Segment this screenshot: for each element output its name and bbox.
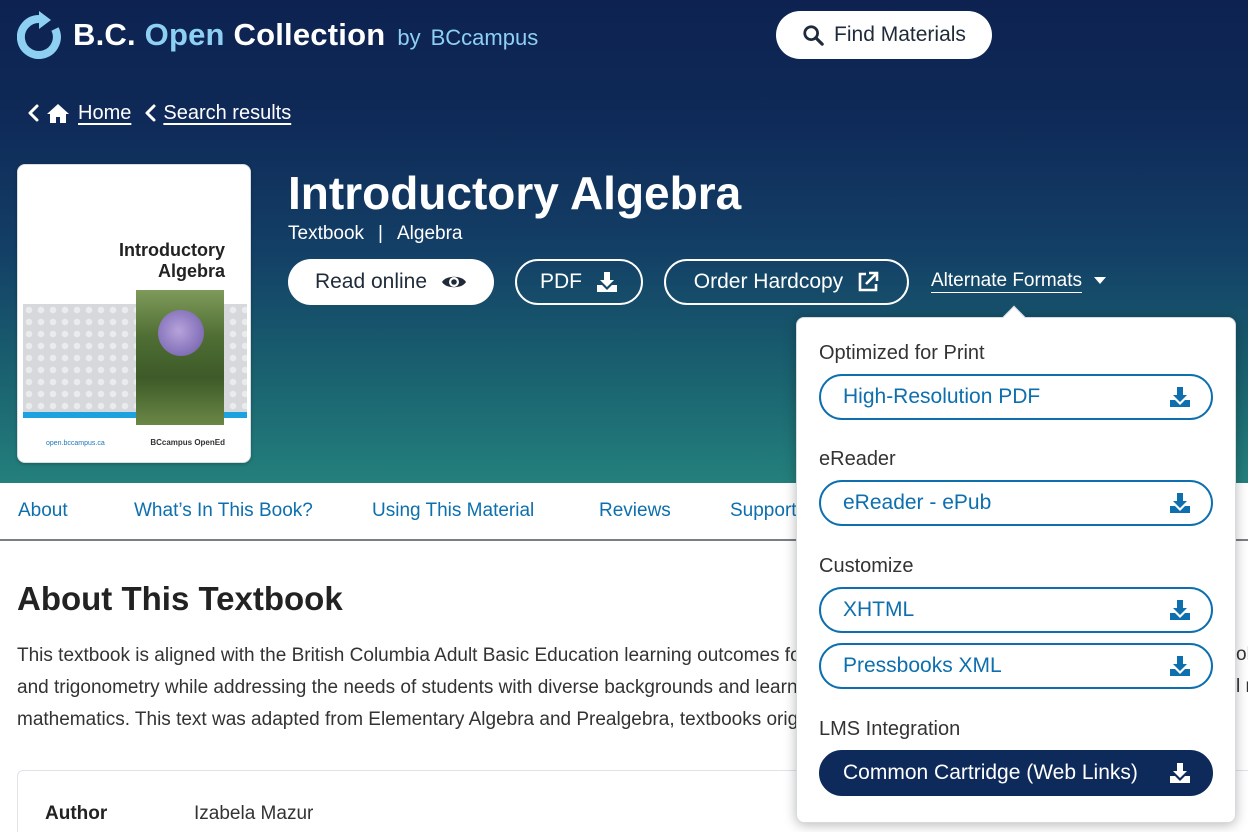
cover-title: Introductory Algebra <box>119 240 225 282</box>
order-hardcopy-button[interactable]: Order Hardcopy <box>664 259 909 305</box>
high-resolution-pdf-label: High-Resolution PDF <box>843 385 1041 408</box>
thistle-flower-image <box>158 310 204 356</box>
chevron-left-icon <box>28 104 39 122</box>
description-overflow-fragment: l r <box>1236 676 1248 697</box>
group-heading-customize: Customize <box>819 555 914 577</box>
caret-down-icon <box>1094 277 1106 284</box>
book-meta: Textbook | Algebra <box>288 223 462 245</box>
tab-using-this-material[interactable]: Using This Material <box>372 500 534 522</box>
meta-separator: | <box>378 223 383 244</box>
refresh-circle-icon <box>17 11 61 59</box>
logo-collection: Collection <box>233 17 386 52</box>
book-cover: Introductory Algebra open.bccampus.ca BC… <box>17 164 251 463</box>
ereader-epub-label: eReader - ePub <box>843 491 992 514</box>
cover-footer-url: open.bccampus.ca <box>46 440 105 447</box>
tab-about[interactable]: About <box>18 500 68 522</box>
site-logo[interactable]: B.C. Open Collection by BCcampus <box>17 8 538 62</box>
logo-by: by <box>397 25 421 50</box>
author-label: Author <box>45 803 108 824</box>
download-icon <box>1170 387 1190 407</box>
book-subject: Algebra <box>396 223 463 244</box>
logo-text: B.C. Open Collection <box>73 17 385 53</box>
external-link-icon <box>858 271 879 292</box>
group-heading-print: Optimized for Print <box>819 342 985 364</box>
group-heading-ereader: eReader <box>819 448 896 470</box>
search-icon <box>803 25 824 46</box>
alternate-formats-label: Alternate Formats <box>931 270 1082 291</box>
eye-icon <box>442 276 467 288</box>
tab-whats-in-this-book[interactable]: What’s In This Book? <box>134 500 313 522</box>
download-icon <box>1170 656 1190 676</box>
tab-support[interactable]: Support <box>730 500 797 522</box>
pressbooks-xml-label: Pressbooks XML <box>843 654 1002 677</box>
book-type: Textbook <box>288 223 365 244</box>
xhtml-button[interactable]: XHTML <box>819 587 1213 633</box>
book-title: Introductory Algebra <box>288 167 742 219</box>
breadcrumb-home-link[interactable]: Home <box>78 102 131 125</box>
read-online-label: Read online <box>314 270 428 293</box>
breadcrumb: Home Search results <box>24 98 301 128</box>
find-materials-label: Find Materials <box>834 23 966 46</box>
pdf-label: PDF <box>540 270 582 293</box>
chevron-left-icon <box>145 104 156 122</box>
download-icon <box>597 272 617 292</box>
author-value: Izabela Mazur <box>194 803 314 824</box>
common-cartridge-label: Common Cartridge (Web Links) <box>843 761 1138 784</box>
find-materials-button[interactable]: Find Materials <box>776 11 992 59</box>
pressbooks-xml-button[interactable]: Pressbooks XML <box>819 643 1213 689</box>
download-icon <box>1170 493 1190 513</box>
xhtml-label: XHTML <box>843 598 915 621</box>
alternate-formats-menu: Optimized for Print High-Resolution PDF … <box>796 305 1236 823</box>
common-cartridge-button[interactable]: Common Cartridge (Web Links) <box>819 750 1213 796</box>
alternate-formats-toggle[interactable]: Alternate Formats <box>931 270 1106 292</box>
download-icon <box>1170 600 1190 620</box>
breadcrumb-search-results-link[interactable]: Search results <box>163 102 291 125</box>
tab-reviews[interactable]: Reviews <box>599 500 671 522</box>
high-resolution-pdf-button[interactable]: High-Resolution PDF <box>819 374 1213 420</box>
pdf-download-button[interactable]: PDF <box>515 259 643 305</box>
download-icon <box>1170 763 1190 783</box>
read-online-button[interactable]: Read online <box>288 259 494 305</box>
about-heading: About This Textbook <box>17 580 343 617</box>
cover-title-line1: Introductory <box>119 240 225 260</box>
order-hardcopy-label: Order Hardcopy <box>693 270 844 293</box>
home-icon[interactable] <box>46 102 70 124</box>
logo-bc: B.C. <box>73 17 136 52</box>
cover-title-line2: Algebra <box>157 261 225 281</box>
group-heading-lms: LMS Integration <box>819 718 961 740</box>
description-overflow-fragment: ok <box>1236 644 1248 665</box>
cover-footer-brand: BCcampus OpenEd <box>150 438 225 447</box>
ereader-epub-button[interactable]: eReader - ePub <box>819 480 1213 526</box>
logo-open: Open <box>144 17 225 52</box>
logo-brand: BCcampus <box>430 25 539 50</box>
cover-photo <box>136 290 224 425</box>
